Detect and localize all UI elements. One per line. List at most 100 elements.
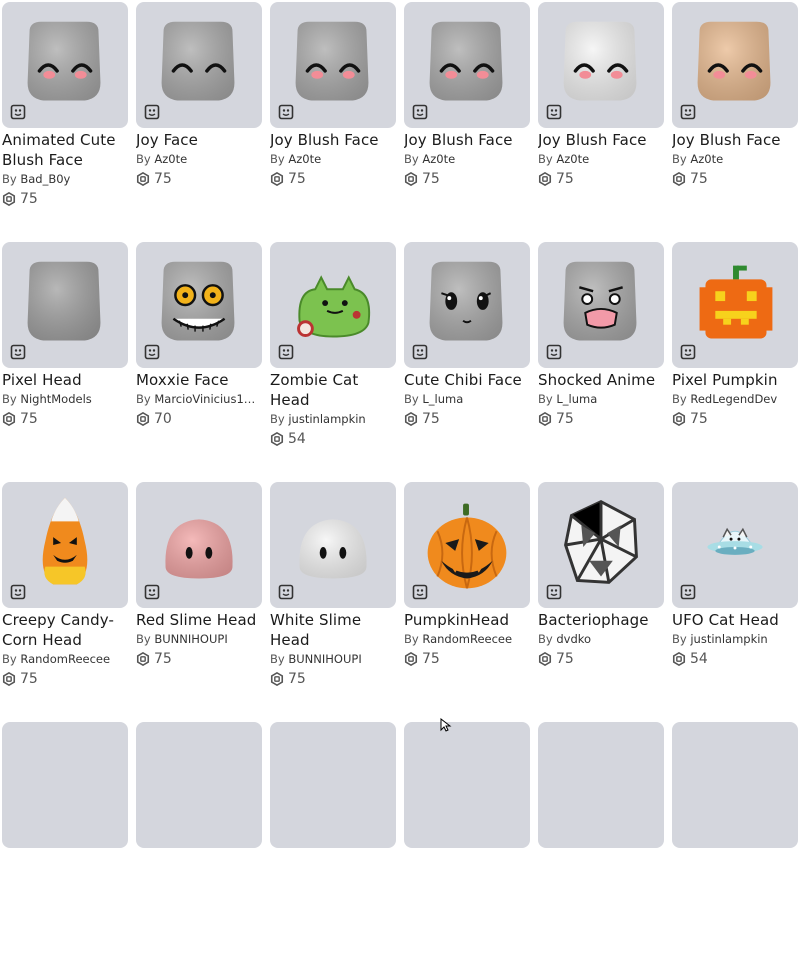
creator-link[interactable]: NightModels (20, 392, 91, 406)
catalog-item-card[interactable]: Joy Blush Face By Az0te 75 (672, 2, 798, 242)
item-name[interactable]: Joy Blush Face (672, 130, 798, 150)
item-thumbnail-image (538, 722, 664, 848)
robux-icon (672, 172, 686, 186)
item-thumbnail[interactable] (538, 722, 664, 848)
item-thumbnail[interactable] (136, 482, 262, 608)
catalog-item-card[interactable] (538, 722, 664, 962)
catalog-item-card[interactable]: Zombie Cat Head By justinlampkin 54 (270, 242, 396, 482)
creator-link[interactable]: MarcioVinicius12... (154, 392, 262, 406)
item-thumbnail[interactable] (672, 242, 798, 368)
catalog-item-card[interactable]: Red Slime Head By BUNNIHOUPI 75 (136, 482, 262, 722)
creator-link[interactable]: dvdko (556, 632, 591, 646)
creator-link[interactable]: BUNNIHOUPI (288, 652, 361, 666)
creator-link[interactable]: Az0te (422, 152, 455, 166)
item-name[interactable]: White Slime Head (270, 610, 396, 650)
item-thumbnail[interactable] (270, 242, 396, 368)
catalog-item-card[interactable] (672, 722, 798, 962)
catalog-item-card[interactable]: Joy Blush Face By Az0te 75 (538, 2, 664, 242)
robux-icon (270, 672, 284, 686)
item-name[interactable]: Joy Blush Face (270, 130, 396, 150)
item-thumbnail[interactable] (136, 722, 262, 848)
creator-link[interactable]: justinlampkin (690, 632, 767, 646)
item-thumbnail[interactable] (538, 242, 664, 368)
item-name[interactable]: Joy Face (136, 130, 262, 150)
catalog-item-card[interactable]: Creepy Candy-Corn Head By RandomReecee 7… (2, 482, 128, 722)
item-creator: By NightModels (2, 390, 128, 408)
item-creator: By MarcioVinicius12... (136, 390, 262, 408)
creator-link[interactable]: justinlampkin (288, 412, 365, 426)
item-name[interactable]: Zombie Cat Head (270, 370, 396, 410)
item-price: 70 (136, 409, 262, 429)
face-item-icon (278, 344, 294, 360)
catalog-item-card[interactable]: Animated Cute Blush Face By Bad_B0y 75 (2, 2, 128, 242)
catalog-item-card[interactable]: Pixel Pumpkin By RedLegendDev 75 (672, 242, 798, 482)
item-thumbnail[interactable] (136, 2, 262, 128)
item-name[interactable]: Joy Blush Face (538, 130, 664, 150)
catalog-item-card[interactable]: Pixel Head By NightModels 75 (2, 242, 128, 482)
item-thumbnail[interactable] (270, 2, 396, 128)
item-thumbnail[interactable] (672, 482, 798, 608)
creator-link[interactable]: L_luma (556, 392, 597, 406)
item-thumbnail[interactable] (270, 482, 396, 608)
catalog-item-card[interactable]: PumpkinHead By RandomReecee 75 (404, 482, 530, 722)
item-name[interactable]: Cute Chibi Face (404, 370, 530, 390)
item-thumbnail[interactable] (404, 482, 530, 608)
item-thumbnail[interactable] (672, 722, 798, 848)
item-name[interactable]: Pixel Head (2, 370, 128, 390)
item-name[interactable]: Bacteriophage (538, 610, 664, 630)
item-thumbnail[interactable] (2, 242, 128, 368)
item-thumbnail[interactable] (2, 2, 128, 128)
creator-link[interactable]: BUNNIHOUPI (154, 632, 227, 646)
robux-icon (538, 412, 552, 426)
item-thumbnail[interactable] (270, 722, 396, 848)
creator-by-label: By (136, 632, 151, 646)
item-name[interactable]: Joy Blush Face (404, 130, 530, 150)
creator-link[interactable]: RandomReecee (20, 652, 110, 666)
face-item-icon (10, 104, 26, 120)
item-price: 75 (136, 649, 262, 669)
catalog-item-card[interactable]: Bacteriophage By dvdko 75 (538, 482, 664, 722)
creator-link[interactable]: Az0te (690, 152, 723, 166)
item-thumbnail[interactable] (2, 722, 128, 848)
catalog-item-card[interactable]: Joy Blush Face By Az0te 75 (404, 2, 530, 242)
item-name[interactable]: Moxxie Face (136, 370, 262, 390)
creator-link[interactable]: Bad_B0y (20, 172, 70, 186)
catalog-item-card[interactable]: Shocked Anime By L_luma 75 (538, 242, 664, 482)
item-thumbnail[interactable] (538, 482, 664, 608)
item-thumbnail[interactable] (2, 482, 128, 608)
creator-link[interactable]: Az0te (154, 152, 187, 166)
item-thumbnail[interactable] (538, 2, 664, 128)
creator-link[interactable]: RedLegendDev (690, 392, 777, 406)
catalog-item-card[interactable]: Moxxie Face By MarcioVinicius12... 70 (136, 242, 262, 482)
catalog-item-card[interactable] (2, 722, 128, 962)
item-thumbnail[interactable] (404, 242, 530, 368)
item-name[interactable]: PumpkinHead (404, 610, 530, 630)
catalog-item-card[interactable] (136, 722, 262, 962)
item-name[interactable]: Animated Cute Blush Face (2, 130, 128, 170)
item-creator: By Az0te (538, 150, 664, 168)
catalog-item-card[interactable]: Joy Blush Face By Az0te 75 (270, 2, 396, 242)
item-thumbnail[interactable] (404, 2, 530, 128)
catalog-item-card[interactable]: Cute Chibi Face By L_luma 75 (404, 242, 530, 482)
item-name[interactable]: Pixel Pumpkin (672, 370, 798, 390)
item-thumbnail[interactable] (404, 722, 530, 848)
item-name[interactable]: Creepy Candy-Corn Head (2, 610, 128, 650)
item-thumbnail[interactable] (672, 2, 798, 128)
catalog-item-card[interactable] (404, 722, 530, 962)
catalog-item-card[interactable]: UFO Cat Head By justinlampkin 54 (672, 482, 798, 722)
creator-link[interactable]: Az0te (288, 152, 321, 166)
catalog-item-card[interactable] (270, 722, 396, 962)
creator-link[interactable]: RandomReecee (422, 632, 512, 646)
creator-by-label: By (672, 392, 687, 406)
item-creator: By Bad_B0y (2, 170, 128, 188)
item-name[interactable]: UFO Cat Head (672, 610, 798, 630)
item-creator: By justinlampkin (270, 410, 396, 428)
creator-link[interactable]: L_luma (422, 392, 463, 406)
catalog-item-card[interactable]: Joy Face By Az0te 75 (136, 2, 262, 242)
catalog-item-card[interactable]: White Slime Head By BUNNIHOUPI 75 (270, 482, 396, 722)
item-name[interactable]: Shocked Anime (538, 370, 664, 390)
item-name[interactable]: Red Slime Head (136, 610, 262, 630)
creator-link[interactable]: Az0te (556, 152, 589, 166)
item-thumbnail[interactable] (136, 242, 262, 368)
price-value: 75 (556, 171, 574, 187)
